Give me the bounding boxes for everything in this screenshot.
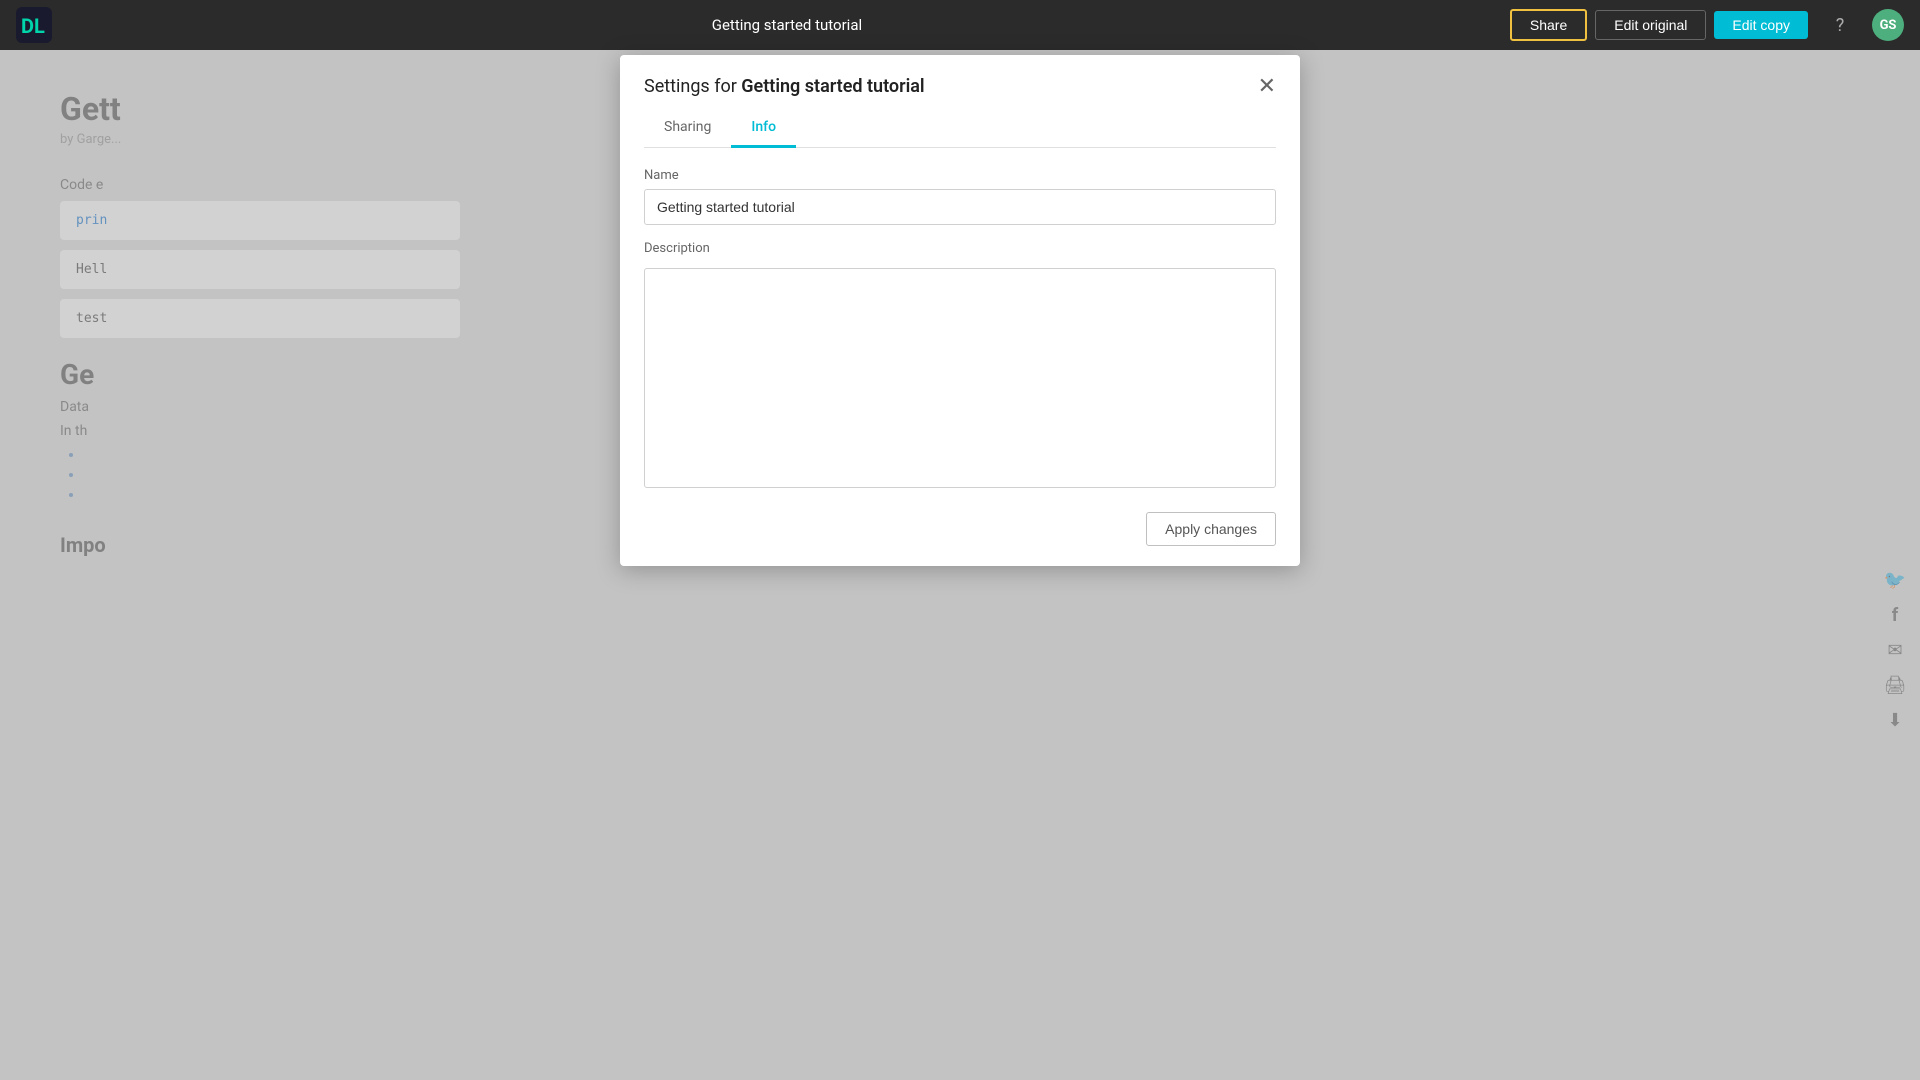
name-input[interactable] [644, 189, 1276, 225]
avatar[interactable]: GS [1872, 9, 1904, 41]
modal-header: Settings for Getting started tutorial ✕ [620, 55, 1300, 97]
tab-info[interactable]: Info [731, 109, 796, 148]
modal-tabs: Sharing Info [644, 109, 1276, 148]
help-icon[interactable]: ? [1824, 9, 1856, 41]
tab-sharing[interactable]: Sharing [644, 109, 731, 148]
navbar: DL Getting started tutorial Share Edit o… [0, 0, 1920, 50]
modal-title: Settings for Getting started tutorial [644, 76, 925, 97]
modal-footer: Apply changes [620, 512, 1300, 566]
name-label: Name [644, 168, 1276, 183]
modal-close-button[interactable]: ✕ [1258, 75, 1276, 97]
navbar-actions: Share Edit original Edit copy ? GS [1510, 9, 1904, 41]
modal-body: Name Description [620, 148, 1300, 512]
page-title: Getting started tutorial [64, 16, 1510, 34]
share-button[interactable]: Share [1510, 9, 1587, 41]
edit-copy-button[interactable]: Edit copy [1714, 11, 1808, 39]
description-textarea[interactable] [644, 268, 1276, 488]
svg-text:DL: DL [21, 14, 45, 38]
description-label: Description [644, 241, 1276, 256]
edit-original-button[interactable]: Edit original [1595, 10, 1706, 40]
app-logo[interactable]: DL [16, 7, 52, 43]
settings-modal: Settings for Getting started tutorial ✕ … [620, 55, 1300, 566]
apply-changes-button[interactable]: Apply changes [1146, 512, 1276, 546]
